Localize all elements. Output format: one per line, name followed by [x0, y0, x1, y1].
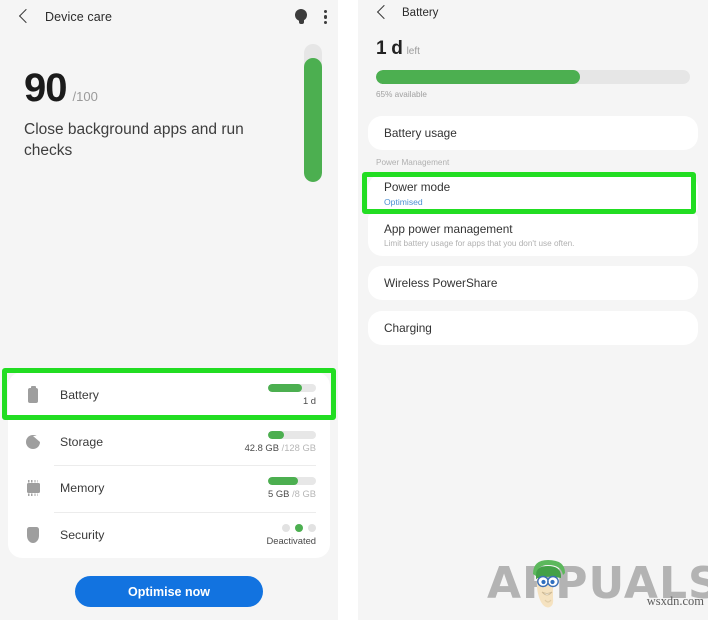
power-mode-item[interactable]: Power mode Optimised [368, 174, 698, 212]
memory-chip-icon [24, 478, 42, 498]
stat-label: Storage [60, 434, 104, 449]
stat-row-battery[interactable]: Battery 1 d [8, 372, 330, 419]
stat-label: Memory [60, 481, 105, 496]
battery-icon [24, 385, 42, 405]
item-title: App power management [384, 222, 513, 236]
item-title: Wireless PowerShare [384, 276, 498, 290]
stat-value: 1 d [302, 395, 316, 407]
wireless-powershare-item[interactable]: Wireless PowerShare [368, 266, 698, 300]
lightbulb-icon[interactable] [294, 8, 308, 26]
stat-indicator: Deactivated [266, 523, 316, 546]
header-actions [294, 0, 328, 34]
device-score-block: 90 /100 Close background apps and run ch… [24, 68, 284, 161]
score-message: Close background apps and run checks [24, 121, 244, 159]
stat-label: Battery [60, 388, 99, 403]
battery-usage-item[interactable]: Battery usage [368, 116, 698, 150]
security-status-dots [282, 523, 316, 532]
stat-row-security[interactable]: Security Deactivated [8, 511, 330, 559]
battery-time-left-suffix: left [406, 46, 420, 57]
battery-available-text: 65% available [376, 90, 427, 99]
stat-label: Security [60, 527, 105, 542]
power-management-section-label: Power Management [376, 158, 450, 167]
stat-indicator: 1 d [268, 384, 316, 406]
stat-indicator: 5 GB /8 GB [268, 477, 316, 499]
stat-row-memory[interactable]: Memory 5 GB /8 GB [8, 465, 330, 512]
device-stats-card: Battery 1 d Storage 42.8 GB /128 GB Memo… [8, 372, 330, 558]
battery-status-block: 1 d left 65% available [376, 38, 690, 99]
stat-value: 5 GB /8 GB [268, 488, 316, 500]
battery-time-left: 1 d [376, 38, 403, 59]
stat-progress-bar [268, 477, 316, 486]
battery-settings-panel: Battery 1 d left 65% available Battery u… [358, 0, 708, 620]
stat-value: 42.8 GB /128 GB [244, 441, 316, 453]
storage-pie-icon [24, 432, 42, 452]
stat-row-storage[interactable]: Storage 42.8 GB /128 GB [8, 418, 330, 466]
stat-progress-bar [268, 430, 316, 439]
item-subtitle: Optimised [384, 196, 423, 207]
item-title: Charging [384, 321, 432, 335]
stat-indicator: 42.8 GB /128 GB [244, 430, 316, 453]
item-title: Battery usage [384, 126, 457, 140]
score-gauge [304, 44, 322, 182]
score-line: 90 /100 [24, 68, 284, 108]
page-title: Battery [402, 7, 439, 19]
item-subtitle: Limit battery usage for apps that you do… [384, 239, 575, 248]
back-chevron-icon[interactable] [14, 6, 36, 28]
shield-icon [24, 525, 42, 545]
score-gauge-fill [304, 57, 322, 182]
score-max: /100 [72, 89, 98, 104]
device-care-panel: Device care 90 /100 Close background app… [0, 0, 338, 620]
optimise-now-button[interactable]: Optimise now [75, 576, 263, 607]
battery-time-left-line: 1 d left [376, 38, 690, 60]
kebab-menu-icon[interactable] [324, 9, 328, 25]
battery-level-bar [376, 70, 690, 84]
battery-header: Battery [358, 0, 708, 26]
back-chevron-icon[interactable] [372, 2, 394, 24]
score-value: 90 [24, 66, 67, 110]
device-care-header: Device care [0, 0, 338, 34]
screenshot-root: Device care 90 /100 Close background app… [0, 0, 708, 620]
app-power-management-item[interactable]: App power management Limit battery usage… [368, 214, 698, 256]
stat-value: Deactivated [266, 534, 316, 546]
charging-item[interactable]: Charging [368, 311, 698, 345]
item-title: Power mode [384, 179, 451, 194]
stat-progress-bar [268, 384, 316, 393]
page-title: Device care [45, 10, 113, 24]
